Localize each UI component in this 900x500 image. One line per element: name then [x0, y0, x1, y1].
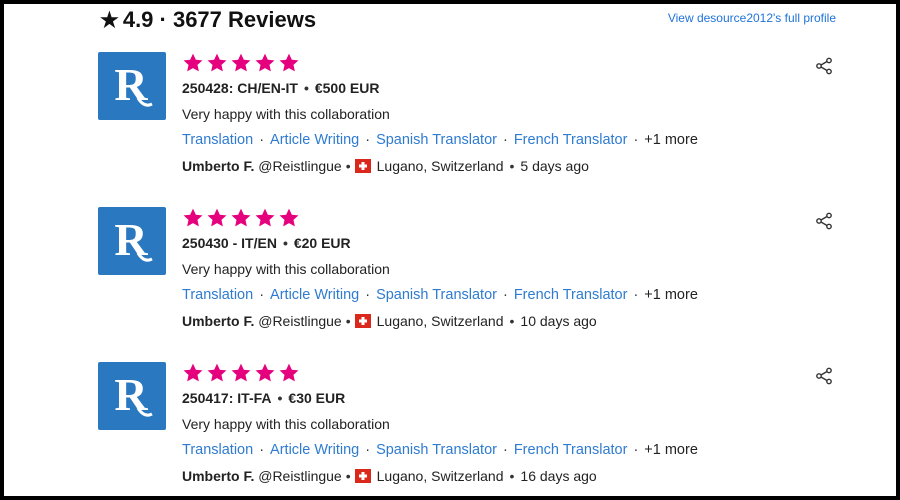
client-logo: R: [98, 362, 166, 430]
star-icon: [207, 208, 227, 227]
review-comment: Very happy with this collaboration: [182, 416, 390, 432]
reviewer-line: Umberto F. @Reistlingue • Lugano, Switzerl…: [182, 158, 589, 176]
star-rating: [182, 52, 798, 76]
star-icon: [183, 208, 203, 227]
review-comment: Very happy with this collaboration: [182, 106, 390, 122]
client-logo: R: [98, 207, 166, 275]
reviewer-location: Lugano, Switzerland: [376, 313, 504, 329]
project-price: €20 EUR: [293, 235, 351, 251]
tag-spanish-translator[interactable]: Spanish Translator: [376, 442, 497, 458]
rating-text: 4.9 · 3677 Reviews: [122, 7, 317, 32]
swiss-flag-icon: [354, 314, 371, 331]
star-rating: [182, 207, 798, 231]
tag-article-writing[interactable]: Article Writing: [270, 442, 359, 458]
more-tags[interactable]: +1 more: [644, 287, 698, 303]
full-profile-link[interactable]: View desource2012's full profile: [668, 11, 836, 25]
star-icon: [231, 363, 251, 382]
star-icon: [255, 208, 275, 227]
swiss-flag-icon: [354, 469, 371, 486]
star-icon: [183, 363, 203, 382]
project-title: 250417: IT-FA: [182, 390, 272, 406]
star-icon: [279, 208, 299, 227]
rating-summary: ★ 4.9 · 3677 Reviews: [100, 6, 316, 35]
tag-translation[interactable]: Translation: [182, 132, 253, 148]
star-icon: [231, 53, 251, 72]
review-title-line: 250428: CH/EN-IT • €500 EUR: [182, 80, 380, 96]
star-icon: [279, 53, 299, 72]
tag-translation[interactable]: Translation: [182, 442, 253, 458]
share-icon[interactable]: [814, 211, 834, 231]
reviewer-handle: @Reistlingue: [258, 158, 342, 174]
review-content: 250430 - IT/EN • €20 EUR Very happy with t…: [182, 207, 798, 329]
review-comment: Very happy with this collaboration: [182, 261, 390, 277]
tag-article-writing[interactable]: Article Writing: [270, 287, 359, 303]
star-icon: ★: [100, 9, 119, 32]
star-icon: [207, 53, 227, 72]
star-icon: [255, 53, 275, 72]
more-tags[interactable]: +1 more: [644, 132, 698, 148]
star-icon: [255, 363, 275, 382]
skill-tags: Translation · Article Writing · Spanish Tran…: [182, 442, 698, 458]
tag-french-translator[interactable]: French Translator: [514, 287, 628, 303]
swiss-flag-icon: [354, 159, 371, 176]
review-content: 250428: CH/EN-IT • €500 EUR Very happy wit…: [182, 52, 798, 174]
review-content: 250417: IT-FA • €30 EUR Very happy with th…: [182, 362, 798, 484]
tag-french-translator[interactable]: French Translator: [514, 132, 628, 148]
review-title-line: 250417: IT-FA • €30 EUR: [182, 390, 346, 406]
project-title: 250430 - IT/EN: [182, 235, 277, 251]
reviewer-name[interactable]: Umberto F.: [182, 158, 254, 174]
reviewer-handle: @Reistlingue: [258, 468, 342, 484]
reviews-header: ★ 4.9 · 3677 Reviews View desource2012's …: [100, 6, 840, 34]
more-tags[interactable]: +1 more: [644, 442, 698, 458]
star-icon: [279, 363, 299, 382]
skill-tags: Translation · Article Writing · Spanish Tran…: [182, 132, 698, 148]
reviewer-name[interactable]: Umberto F.: [182, 468, 254, 484]
review-time: 16 days ago: [520, 468, 597, 484]
review-card: R 250430 - IT/EN • €20 EUR Very happy with…: [98, 207, 838, 347]
tag-spanish-translator[interactable]: Spanish Translator: [376, 132, 497, 148]
reviewer-location: Lugano, Switzerland: [376, 468, 504, 484]
review-title-line: 250430 - IT/EN • €20 EUR: [182, 235, 351, 251]
review-card: R 250417: IT-FA • €30 EUR Very happy with …: [98, 362, 838, 496]
review-card: R 250428: CH/EN-IT • €500 EUR Very happy w…: [98, 52, 838, 192]
tag-spanish-translator[interactable]: Spanish Translator: [376, 287, 497, 303]
reviewer-location: Lugano, Switzerland: [376, 158, 504, 174]
share-icon[interactable]: [814, 366, 834, 386]
project-price: €500 EUR: [314, 80, 380, 96]
star-rating: [182, 362, 798, 386]
reviewer-handle: @Reistlingue: [258, 313, 342, 329]
star-icon: [183, 53, 203, 72]
reviews-panel: ★ 4.9 · 3677 Reviews View desource2012's …: [4, 4, 896, 496]
reviewer-line: Umberto F. @Reistlingue • Lugano, Switzerl…: [182, 313, 597, 331]
project-price: €30 EUR: [288, 390, 346, 406]
tag-french-translator[interactable]: French Translator: [514, 442, 628, 458]
project-title: 250428: CH/EN-IT: [182, 80, 298, 96]
review-time: 10 days ago: [520, 313, 597, 329]
review-time: 5 days ago: [520, 158, 589, 174]
reviewer-line: Umberto F. @Reistlingue • Lugano, Switzerl…: [182, 468, 597, 486]
star-icon: [231, 208, 251, 227]
client-logo: R: [98, 52, 166, 120]
tag-translation[interactable]: Translation: [182, 287, 253, 303]
tag-article-writing[interactable]: Article Writing: [270, 132, 359, 148]
share-icon[interactable]: [814, 56, 834, 76]
reviewer-name[interactable]: Umberto F.: [182, 313, 254, 329]
skill-tags: Translation · Article Writing · Spanish Tran…: [182, 287, 698, 303]
star-icon: [207, 363, 227, 382]
